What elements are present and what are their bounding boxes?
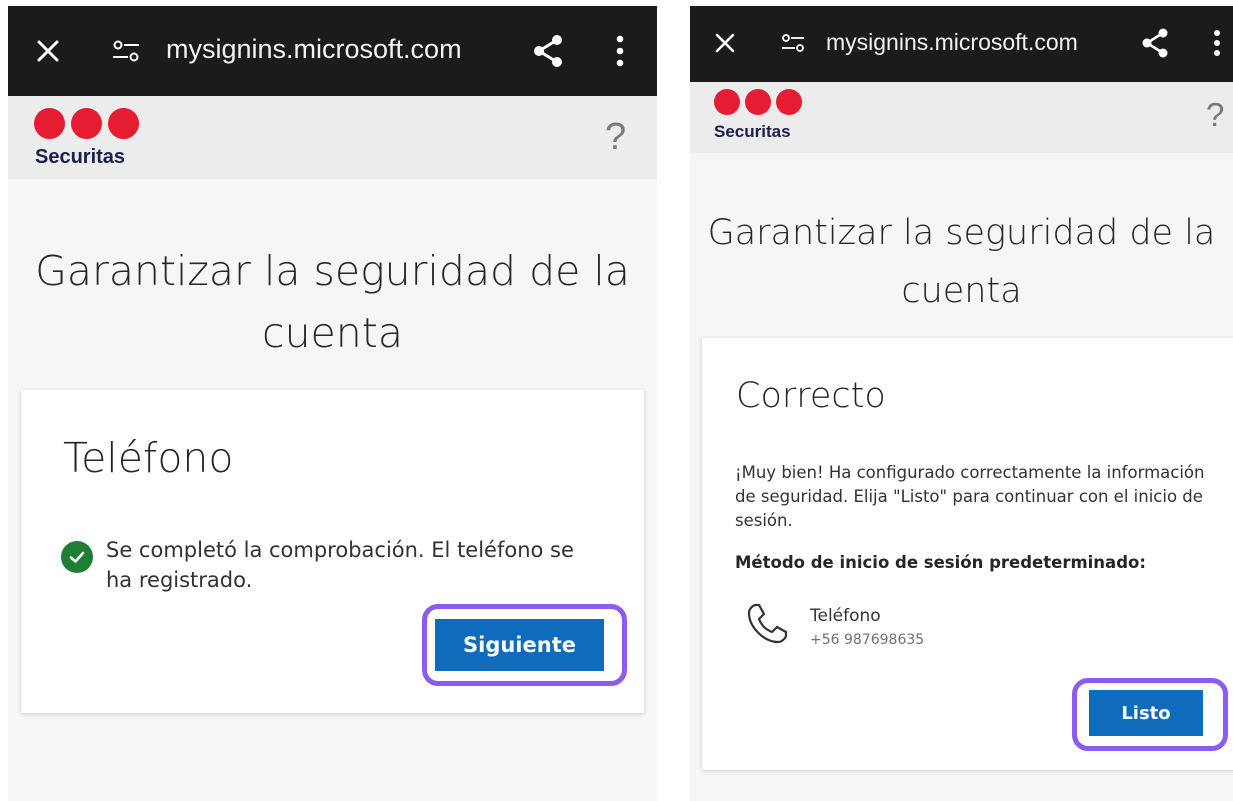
method-name: Teléfono <box>810 606 881 626</box>
method-heading: Método de inicio de sesión predeterminad… <box>735 553 1146 572</box>
method-number: +56 987698635 <box>810 632 925 648</box>
verification-message: Se completó la comprobación. El teléfono… <box>106 538 574 592</box>
brand-header: Securitas ? <box>690 82 1233 153</box>
right-screen: mysignins.microsoft.com Securitas ? Gara… <box>690 6 1233 801</box>
address-bar-url[interactable]: mysignins.microsoft.com <box>826 29 1078 56</box>
share-icon[interactable] <box>1136 24 1174 62</box>
phone-icon <box>744 601 790 651</box>
listo-button[interactable]: Listo <box>1089 690 1203 736</box>
page-title: Garantizar la seguridad de la cuenta <box>35 247 630 357</box>
more-options-icon[interactable] <box>1202 24 1232 62</box>
more-options-icon[interactable] <box>602 29 638 73</box>
site-settings-icon[interactable] <box>776 26 810 60</box>
card-title: Correcto <box>736 376 886 416</box>
brand-name: Securitas <box>714 122 791 141</box>
site-settings-icon[interactable] <box>106 31 146 71</box>
phone-card: Teléfono Se completó la comprobación. El… <box>21 390 644 713</box>
securitas-logo-icon <box>714 89 802 115</box>
card-title: Teléfono <box>63 434 234 482</box>
browser-toolbar: mysignins.microsoft.com <box>8 6 657 96</box>
siguiente-button[interactable]: Siguiente <box>435 619 604 671</box>
browser-toolbar: mysignins.microsoft.com <box>690 6 1233 82</box>
brand-name: Securitas <box>35 146 126 168</box>
success-check-icon <box>61 541 93 573</box>
success-message: ¡Muy bien! Ha configurado correctamente … <box>735 463 1205 530</box>
success-card: Correcto ¡Muy bien! Ha configurado corre… <box>702 338 1233 770</box>
address-bar-url[interactable]: mysignins.microsoft.com <box>166 34 462 65</box>
share-icon[interactable] <box>526 29 570 73</box>
brand-header: Securitas ? <box>8 96 657 179</box>
help-icon[interactable]: ? <box>605 116 626 159</box>
close-icon[interactable] <box>26 29 70 73</box>
left-screen: mysignins.microsoft.com Securitas ? Gara… <box>8 6 657 801</box>
page-title: Garantizar la seguridad de la cuenta <box>707 213 1216 311</box>
securitas-logo-icon <box>34 108 139 139</box>
help-icon[interactable]: ? <box>1206 96 1224 134</box>
close-icon[interactable] <box>706 24 744 62</box>
